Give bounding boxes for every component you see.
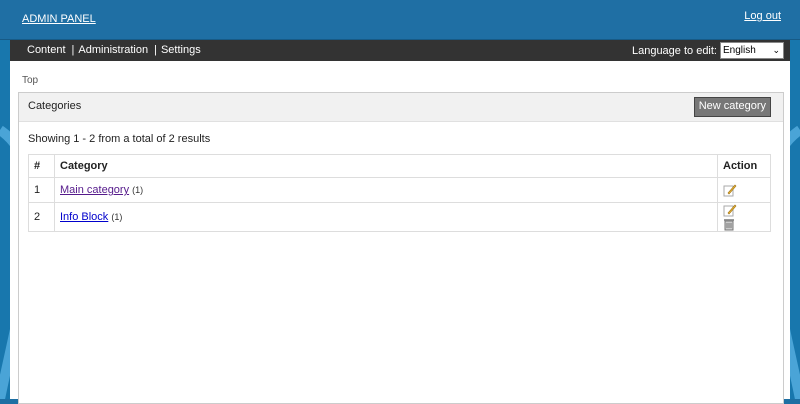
edit-icon[interactable] — [723, 183, 737, 197]
table-row: 1 Main category (1) — [28, 177, 771, 203]
item-count: (1) — [111, 212, 123, 222]
language-select[interactable]: English ⌄ — [720, 42, 784, 59]
top-header: ADMIN PANEL Log out — [0, 0, 800, 40]
panel-title: Categories — [28, 100, 82, 112]
edit-icon[interactable] — [723, 203, 737, 217]
trash-icon[interactable] — [723, 217, 735, 231]
admin-panel-link[interactable]: ADMIN PANEL — [22, 13, 96, 25]
categories-panel: Categories New category Showing 1 - 2 fr… — [18, 92, 784, 404]
logout-link[interactable]: Log out — [744, 10, 781, 22]
nav-content[interactable]: Content — [27, 44, 72, 56]
row-number: 1 — [28, 177, 55, 203]
row-number: 2 — [28, 202, 55, 232]
chevron-down-icon: ⌄ — [772, 45, 780, 55]
table-header-row: # Category Action — [28, 154, 771, 178]
nav-separator: | — [71, 44, 75, 56]
content-area: Top Categories New category Showing 1 - … — [10, 61, 790, 404]
nav-settings[interactable]: Settings — [161, 44, 207, 56]
category-link[interactable]: Info Block — [60, 211, 108, 223]
language-label: Language to edit: — [631, 44, 717, 57]
nav-administration[interactable]: Administration — [78, 44, 154, 56]
categories-table: # Category Action 1 Main category (1) 2 … — [28, 154, 771, 232]
item-count: (1) — [132, 185, 144, 195]
column-header-number: # — [28, 154, 55, 178]
category-link[interactable]: Main category — [60, 184, 129, 196]
nav-separator: | — [154, 44, 157, 56]
breadcrumb[interactable]: Top — [22, 75, 38, 86]
panel-header: Categories New category — [19, 93, 783, 122]
category-cell: Main category (1) — [54, 177, 718, 203]
results-summary: Showing 1 - 2 from a total of 2 results — [28, 133, 211, 145]
new-category-button[interactable]: New category — [693, 97, 771, 117]
main-nav: Content | Administration | Settings Langua… — [10, 40, 790, 61]
column-header-category: Category — [54, 154, 718, 178]
table-row: 2 Info Block (1) — [28, 202, 771, 232]
action-cell — [717, 177, 771, 203]
language-value: English — [723, 45, 756, 56]
category-cell: Info Block (1) — [54, 202, 718, 232]
action-cell — [717, 202, 771, 232]
column-header-action: Action — [717, 154, 771, 178]
